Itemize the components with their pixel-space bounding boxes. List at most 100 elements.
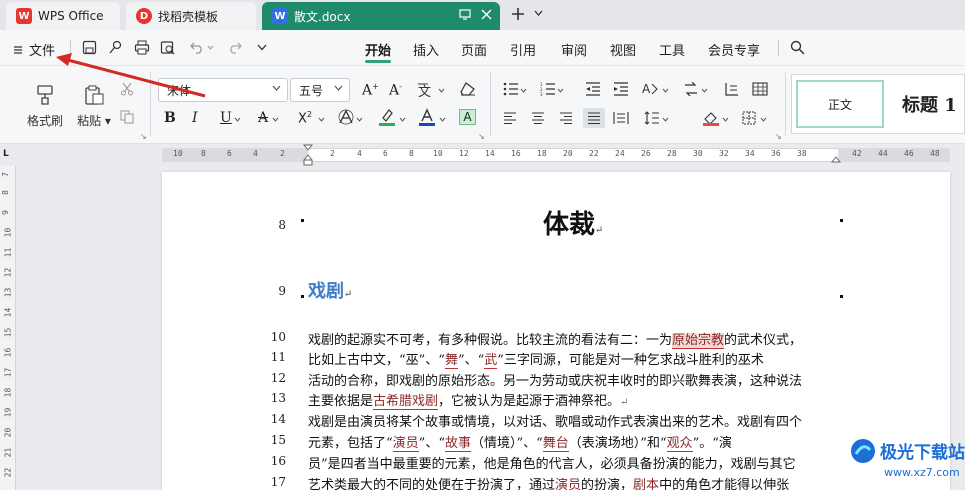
character-shading-icon[interactable]: A: [459, 109, 476, 125]
increase-indent-icon[interactable]: [613, 82, 629, 96]
tab-reference[interactable]: 引用: [510, 40, 536, 59]
new-tab-icon[interactable]: [511, 7, 525, 21]
ruler-number: 36: [771, 149, 781, 158]
show-marks-icon[interactable]: [725, 82, 739, 96]
tab-member[interactable]: 会员专享: [708, 40, 760, 59]
paragraph-mark: ↵: [620, 397, 629, 408]
chevron-down-icon[interactable]: [318, 117, 325, 122]
style-normal[interactable]: 正文: [796, 80, 884, 128]
chevron-down-icon[interactable]: [701, 88, 708, 93]
body-line[interactable]: 活动的合称，即戏剧的原始形态。另一为劳动或庆祝丰收时的即兴歌舞表演，这种说法: [308, 370, 802, 389]
decrease-indent-icon[interactable]: [585, 82, 601, 96]
tab-document[interactable]: W 散文.docx: [262, 2, 500, 30]
shading-icon[interactable]: [702, 110, 720, 126]
font-launcher-icon[interactable]: ↘: [478, 132, 485, 141]
linked-term[interactable]: 舞: [444, 353, 458, 369]
superscript-icon[interactable]: X2: [298, 110, 312, 126]
numbered-list-icon[interactable]: 123: [540, 82, 556, 96]
body-line[interactable]: 艺术类最大的不同的处便在于扮演了，通过演员的扮演，剧本中的角色才能得以伸张: [308, 474, 789, 490]
linked-term[interactable]: 故事: [444, 436, 471, 452]
chevron-down-icon[interactable]: [662, 88, 669, 93]
chevron-down-icon[interactable]: [760, 117, 767, 122]
chevron-down-icon[interactable]: [356, 117, 363, 122]
align-center-icon[interactable]: [531, 112, 545, 124]
file-menu-button[interactable]: 文件: [13, 40, 55, 59]
justify-icon[interactable]: [583, 108, 605, 128]
align-right-icon[interactable]: [559, 112, 573, 124]
tab-review[interactable]: 审阅: [561, 40, 587, 59]
section-heading[interactable]: 戏剧↵: [308, 277, 352, 303]
phonetic-guide-icon[interactable]: 文: [416, 81, 436, 99]
chevron-down-icon[interactable]: [272, 117, 279, 122]
ruler-number: 18: [537, 149, 547, 158]
linked-term[interactable]: 演员: [555, 478, 582, 490]
float-window-icon[interactable]: [459, 8, 471, 20]
chevron-down-icon[interactable]: [439, 117, 446, 122]
chevron-down-icon[interactable]: [234, 117, 241, 122]
clipboard-launcher-icon[interactable]: ↘: [140, 132, 147, 141]
linked-term[interactable]: 剧本: [633, 478, 660, 490]
document-title[interactable]: 体裁↵: [543, 204, 603, 241]
tab-home[interactable]: 开始: [365, 40, 391, 59]
body-line[interactable]: 元素，包括了“演员”、“故事（情境）”、“舞台（表演场地）”和“观众”。“演: [308, 432, 732, 452]
line-number: 10: [270, 330, 286, 344]
margin-mark: [301, 295, 304, 298]
linked-term[interactable]: 武: [484, 353, 498, 369]
chevron-down-icon[interactable]: [438, 88, 445, 93]
search-icon[interactable]: [790, 40, 805, 55]
quick-access-more-icon[interactable]: [257, 44, 267, 51]
tab-wps-office[interactable]: W WPS Office: [6, 2, 120, 30]
text-effect-icon[interactable]: [338, 109, 354, 125]
grow-font-icon[interactable]: A+: [362, 82, 379, 99]
chevron-down-icon[interactable]: [722, 117, 729, 122]
chevron-down-icon[interactable]: [534, 10, 543, 16]
line-number: 17: [270, 475, 286, 489]
chevron-down-icon[interactable]: [399, 117, 406, 122]
redo-icon[interactable]: [228, 40, 242, 54]
body-line[interactable]: 员”是四者当中最重要的元素，他是角色的代言人，必须具备扮演的能力，戏剧与其它: [308, 453, 796, 472]
highlight-color-icon[interactable]: [378, 108, 396, 126]
text-direction-icon[interactable]: A: [642, 81, 660, 97]
body-line[interactable]: 比如上古中文，“巫”、“舞”、“武”三字同源，可能是对一种乞求战斗胜利的巫术: [308, 349, 764, 369]
tab-stop-selector[interactable]: L: [3, 149, 9, 159]
first-line-indent-handle[interactable]: [303, 144, 313, 166]
linked-term[interactable]: 舞台: [542, 436, 569, 452]
tab-template[interactable]: D 找稻壳模板: [126, 2, 256, 30]
linked-term[interactable]: 观众: [666, 436, 693, 452]
paragraph-launcher-icon[interactable]: ↘: [775, 132, 782, 141]
chevron-down-icon[interactable]: [520, 88, 527, 93]
tab-page[interactable]: 页面: [461, 40, 487, 59]
bold-icon[interactable]: B: [164, 110, 176, 126]
sort-icon[interactable]: [683, 82, 699, 96]
borders-icon[interactable]: [742, 111, 756, 125]
font-size-select[interactable]: 五号: [290, 78, 350, 102]
font-color-icon[interactable]: [418, 108, 436, 126]
strikethrough-icon[interactable]: A: [258, 110, 268, 126]
underline-icon[interactable]: U: [220, 110, 232, 126]
style-heading-1[interactable]: 标题 1: [902, 91, 957, 117]
line-spacing-icon[interactable]: [644, 111, 660, 125]
chevron-down-icon[interactable]: [662, 117, 669, 122]
tab-insert[interactable]: 插入: [413, 40, 439, 59]
tab-tools[interactable]: 工具: [659, 40, 685, 59]
chevron-down-icon[interactable]: [557, 88, 564, 93]
linked-term[interactable]: 原始宗教: [672, 333, 725, 349]
body-line[interactable]: 戏剧是由演员将某个故事或情境，以对话、歌唱或动作式表演出来的艺术。戏剧有四个: [308, 411, 802, 430]
right-indent-handle[interactable]: [831, 155, 841, 163]
tab-view[interactable]: 视图: [610, 40, 636, 59]
chevron-down-icon: [334, 85, 343, 91]
bullet-list-icon[interactable]: [503, 82, 519, 96]
body-line[interactable]: 主要依据是古希腊戏剧，它被认为是起源于酒神祭祀。↵: [308, 390, 629, 410]
linked-term[interactable]: 古希腊戏剧: [373, 394, 439, 410]
shrink-font-icon[interactable]: A-: [389, 82, 402, 99]
ruler-number: 20: [3, 427, 13, 438]
table-grid-icon[interactable]: [752, 82, 768, 96]
close-tab-icon[interactable]: [481, 9, 492, 20]
distribute-icon[interactable]: [613, 111, 629, 125]
clear-format-icon[interactable]: [460, 82, 476, 96]
italic-icon[interactable]: I: [192, 110, 198, 126]
body-line[interactable]: 戏剧的起源实不可考，有多种假说。比较主流的看法有二：一为原始宗教的武术仪式，: [308, 329, 802, 349]
linked-term[interactable]: 演员: [392, 436, 419, 452]
align-left-icon[interactable]: [503, 112, 517, 124]
copy-icon[interactable]: [120, 110, 134, 124]
